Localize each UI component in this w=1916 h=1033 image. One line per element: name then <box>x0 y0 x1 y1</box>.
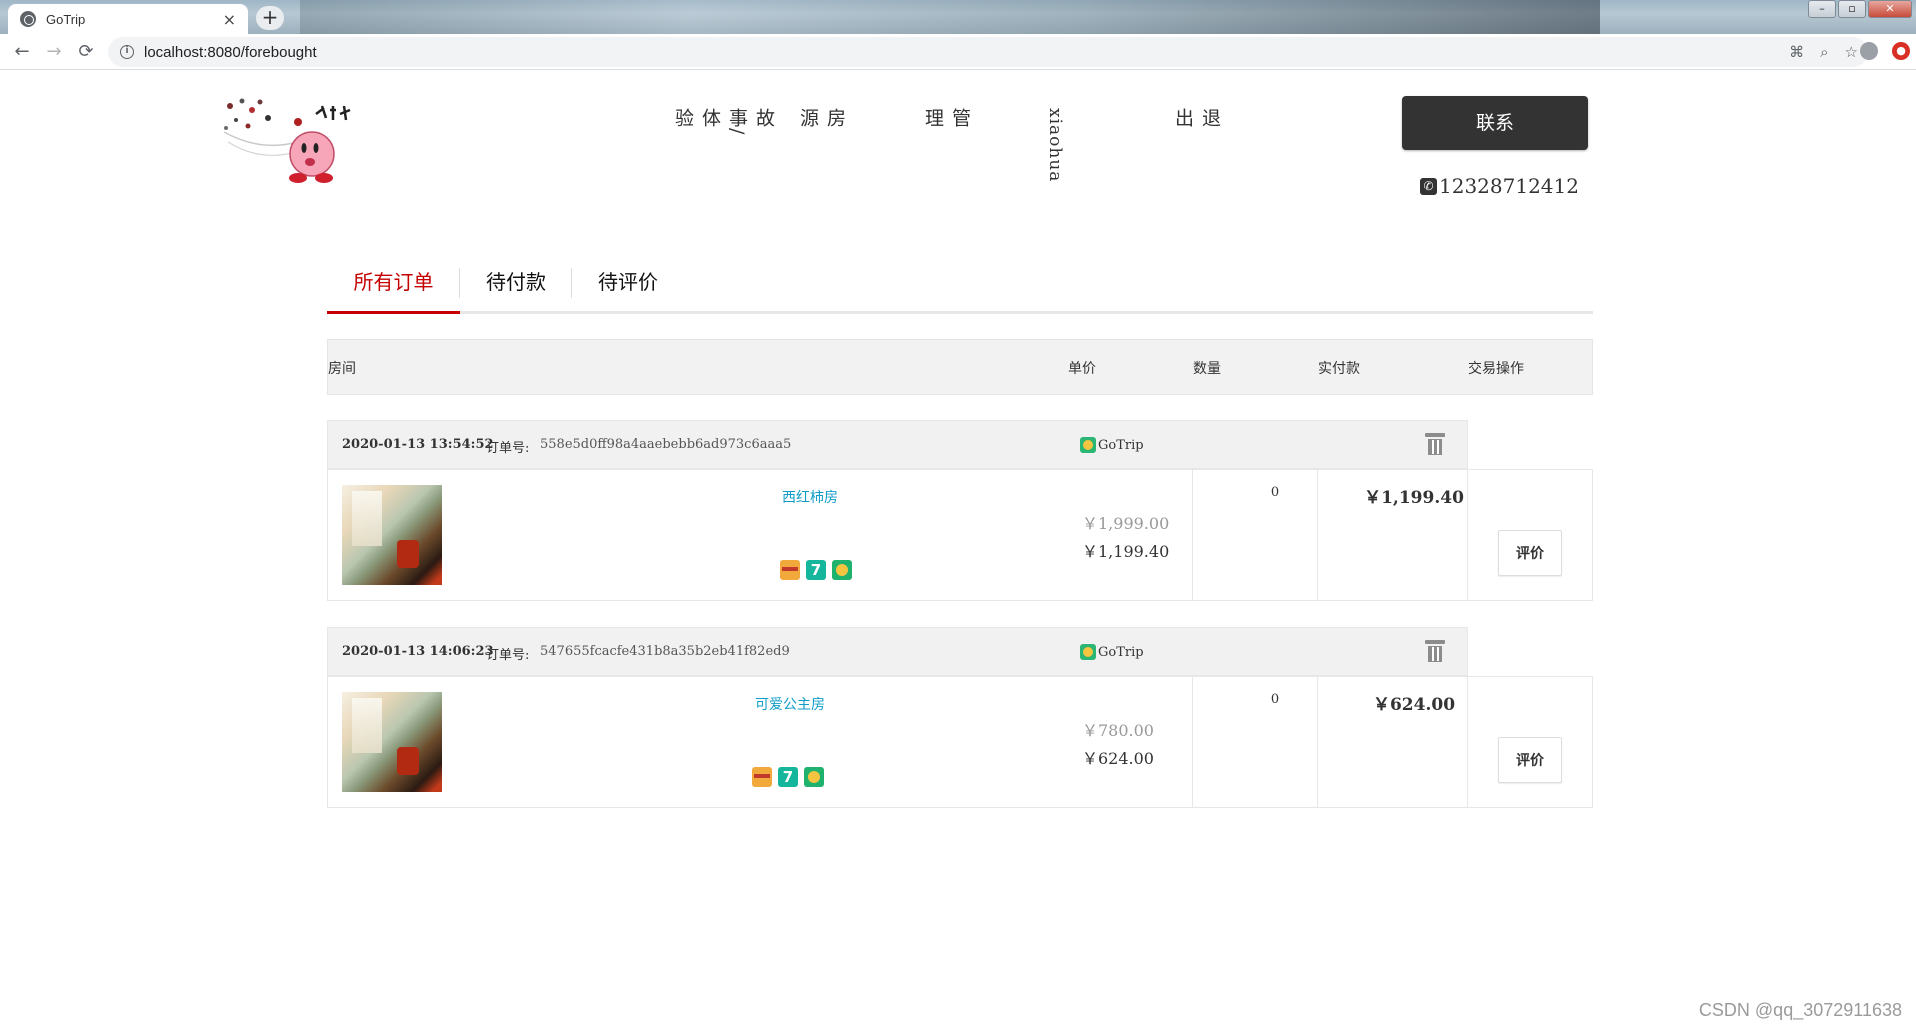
column-divider <box>1317 470 1318 600</box>
col-quantity: 数量 <box>1193 361 1221 377</box>
nav-item-stories[interactable]: 故事/体验 <box>670 108 778 135</box>
original-price: ￥780.00 <box>1082 721 1154 740</box>
site-logo[interactable] <box>220 92 360 192</box>
order-header: 2020-01-13 14:06:23 订单号: 547655fcacfe431… <box>327 627 1468 676</box>
delete-order-icon[interactable] <box>1425 640 1445 662</box>
col-room: 房间 <box>328 361 356 377</box>
phone-number: ✆ 12328712412 <box>1420 174 1579 198</box>
tab-close-button[interactable]: × <box>223 10 236 29</box>
site-info-icon[interactable]: i <box>120 45 134 59</box>
tab-all-orders[interactable]: 所有订单 <box>327 262 460 314</box>
order-quantity: 0 <box>1270 692 1280 707</box>
seven-day-return-icon: 7 <box>806 560 826 580</box>
browser-tabstrip: GoTrip × + – ▫ ✕ <box>0 0 1916 34</box>
phone-icon: ✆ <box>1420 177 1437 195</box>
shop-name-text: GoTrip <box>1098 644 1144 660</box>
nav-item-listings[interactable]: 房源 <box>795 108 849 128</box>
delete-order-icon[interactable] <box>1425 433 1445 455</box>
omnibox-actions: ⌘ ⌕ ☆ <box>1789 43 1858 61</box>
tab-pending-review[interactable]: 待评价 <box>572 262 684 314</box>
shop-badge-icon <box>1080 437 1096 453</box>
browser-theme-background <box>300 0 1600 34</box>
toolbar-right: ● <box>1860 42 1910 60</box>
seven-day-return-icon: 7 <box>778 767 798 787</box>
column-divider <box>1467 470 1468 600</box>
column-divider <box>1192 677 1193 807</box>
browser-toolbar: ← → ⟳ i localhost:8080/forebought ⌘ ⌕ ☆ … <box>0 34 1916 70</box>
order-item-row: 西红柿房 7 ￥1,999.00 ￥1,199.40 0 ￥1,199.40 评… <box>327 469 1593 601</box>
order-number-label: 订单号: <box>486 441 530 456</box>
order-number: 547655fcacfe431b8a35b2eb41f82ed9 <box>540 644 790 659</box>
guarantee-icon <box>832 560 852 580</box>
shop-name: GoTrip <box>1080 437 1144 453</box>
address-url[interactable]: localhost:8080/forebought <box>144 44 317 61</box>
order-number-label: 订单号: <box>486 648 530 663</box>
window-close-button[interactable]: ✕ <box>1868 0 1912 18</box>
order-header: 2020-01-13 13:54:52 订单号: 558e5d0ff98a4aa… <box>327 420 1468 469</box>
current-price: ￥1,199.40 <box>1082 542 1170 561</box>
shop-name: GoTrip <box>1080 644 1144 660</box>
service-badges: 7 <box>780 560 852 580</box>
browser-tab[interactable]: GoTrip × <box>8 4 248 34</box>
forward-button[interactable]: → <box>38 41 70 62</box>
paid-amount: ￥1,199.40 <box>1364 488 1464 508</box>
column-divider <box>1192 470 1193 600</box>
restore-button[interactable]: ▫ <box>1838 0 1866 18</box>
guarantee-icon <box>804 767 824 787</box>
col-paid: 实付款 <box>1318 361 1360 377</box>
extension-icon[interactable]: ● <box>1892 42 1910 60</box>
room-name-link[interactable]: 可爱公主房 <box>755 694 825 714</box>
order-item-row: 可爱公主房 7 ￥780.00 ￥624.00 0 ￥624.00 评价 <box>327 676 1593 808</box>
order-quantity: 0 <box>1270 485 1280 500</box>
new-tab-button[interactable]: + <box>256 6 284 30</box>
minimize-button[interactable]: – <box>1808 0 1836 18</box>
phone-text: 12328712412 <box>1439 174 1579 198</box>
translate-icon[interactable]: ⌘ <box>1789 43 1804 61</box>
order-date: 2020-01-13 13:54:52 <box>342 437 494 452</box>
logo-lettering <box>294 105 351 126</box>
order-table-header: 房间 单价 数量 实付款 交易操作 <box>327 339 1593 395</box>
nav-item-manage[interactable]: 管理 <box>920 108 974 128</box>
globe-icon <box>20 11 36 27</box>
original-price: ￥1,999.00 <box>1082 514 1170 533</box>
credit-card-icon <box>752 767 772 787</box>
review-button[interactable]: 评价 <box>1498 530 1562 576</box>
browser-tab-title: GoTrip <box>46 11 86 27</box>
window-controls: – ▫ ✕ <box>1806 0 1912 18</box>
reload-button[interactable]: ⟳ <box>70 41 102 62</box>
review-button[interactable]: 评价 <box>1498 737 1562 783</box>
bookmark-star-icon[interactable]: ☆ <box>1845 43 1858 61</box>
current-price: ￥624.00 <box>1082 749 1154 768</box>
shop-badge-icon <box>1080 644 1096 660</box>
order-date: 2020-01-13 14:06:23 <box>342 644 494 659</box>
zoom-icon[interactable]: ⌕ <box>1820 43 1828 61</box>
room-thumbnail[interactable] <box>342 485 442 585</box>
col-unit-price: 单价 <box>1068 361 1096 377</box>
nav-item-logout[interactable]: 退出 <box>1170 108 1224 128</box>
address-bar[interactable]: i localhost:8080/forebought ⌘ ⌕ ☆ <box>108 37 1868 67</box>
order-number: 558e5d0ff98a4aaebebb6ad973c6aaa5 <box>540 437 792 452</box>
nav-item-user[interactable]: xiaohua <box>1045 108 1065 182</box>
service-badges: 7 <box>752 767 824 787</box>
profile-avatar-icon[interactable] <box>1860 42 1878 60</box>
col-operation: 交易操作 <box>1468 361 1524 377</box>
order-tabs: 所有订单 待付款 待评价 <box>327 262 1593 314</box>
kirby-mascot <box>289 131 335 183</box>
watermark: CSDN @qq_3072911638 <box>1698 1000 1902 1020</box>
credit-card-icon <box>780 560 800 580</box>
column-divider <box>1467 677 1468 807</box>
tab-pending-payment[interactable]: 待付款 <box>460 262 572 314</box>
back-button[interactable]: ← <box>6 41 38 62</box>
scattered-doodles <box>223 98 299 156</box>
room-thumbnail[interactable] <box>342 692 442 792</box>
column-divider <box>1317 677 1318 807</box>
room-name-link[interactable]: 西红柿房 <box>782 487 838 507</box>
paid-amount: ￥624.00 <box>1372 695 1456 715</box>
shop-name-text: GoTrip <box>1098 437 1144 453</box>
contact-button[interactable]: 联系 <box>1402 96 1588 150</box>
